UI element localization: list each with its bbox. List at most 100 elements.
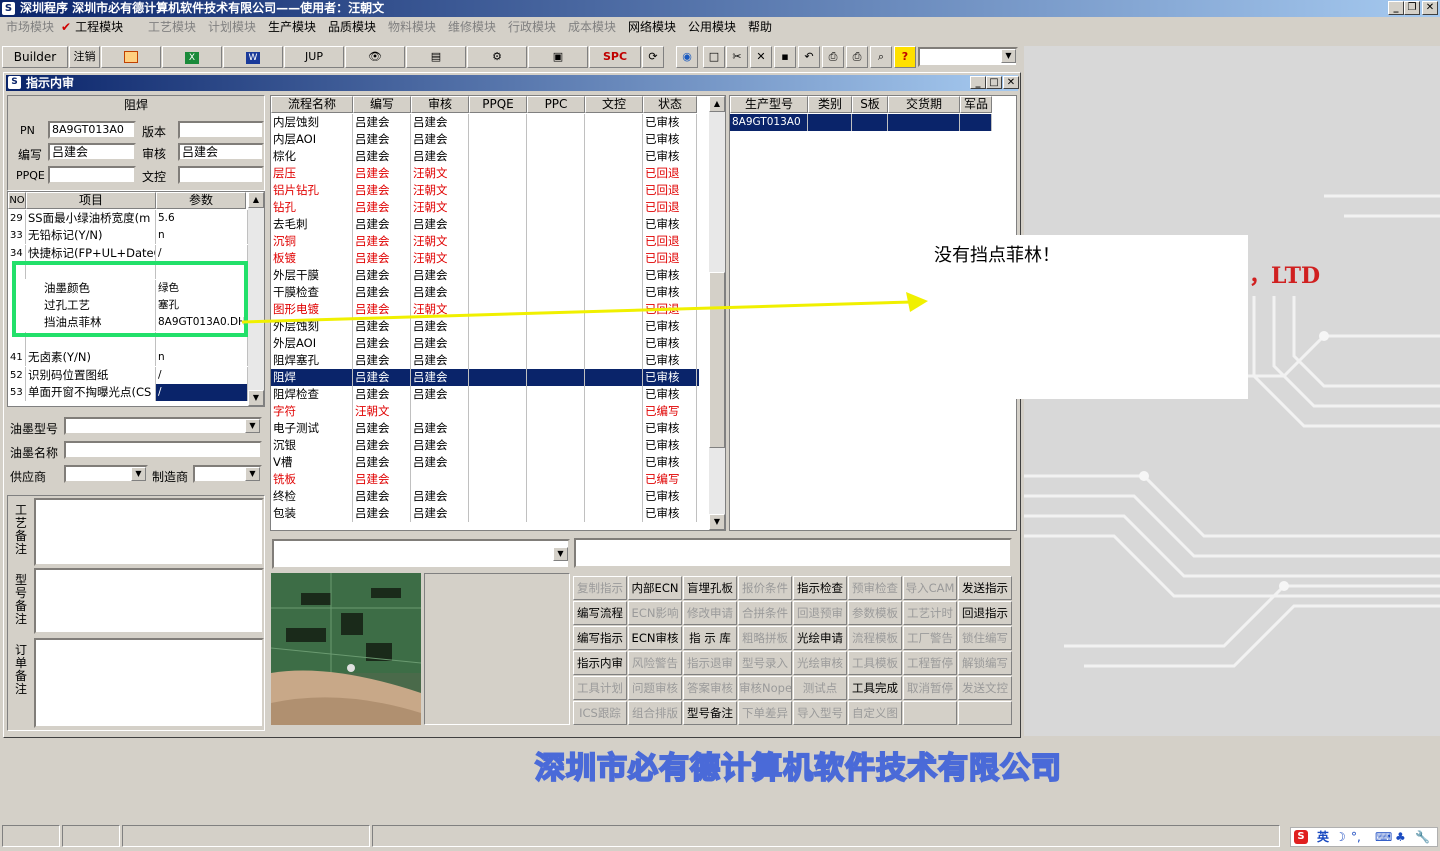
production-header-3[interactable]: 交货期	[888, 96, 960, 113]
menu-item[interactable]: 市场模块	[6, 17, 54, 37]
flow-row[interactable]: 终检 吕建会 吕建会 已审核	[271, 488, 699, 505]
flow-header-1[interactable]: 编写	[353, 96, 411, 113]
flow-row[interactable]: 钻孔 吕建会 汪朝文 已回退	[271, 199, 699, 216]
flow-header-2[interactable]: 审核	[411, 96, 469, 113]
menu-item[interactable]: 成本模块	[568, 17, 616, 37]
ime-toolbar[interactable]: S 英 ☽ °, ⌨ ♣ 🔧	[1290, 827, 1438, 847]
action-button[interactable]: 内部ECN	[628, 576, 682, 600]
action-button[interactable]: 型号备注	[683, 701, 737, 725]
model-note-field[interactable]	[34, 568, 264, 634]
menu-item[interactable]: 品质模块	[328, 17, 376, 37]
action-button[interactable]: 指示内审	[573, 651, 627, 675]
review-field[interactable]: 吕建会	[178, 143, 264, 161]
action-button[interactable]: 编写流程	[573, 601, 627, 625]
jup-button[interactable]: JUP	[284, 46, 344, 68]
flow-row[interactable]: 阻焊 吕建会 吕建会 已审核	[271, 369, 699, 386]
flow-scroll-down[interactable]: ▼	[709, 514, 725, 530]
param-row[interactable]: 33 无铅标记(Y/N) n	[8, 227, 248, 245]
powerpoint-icon[interactable]	[101, 46, 161, 68]
window-close-button[interactable]: ✕	[1003, 76, 1019, 89]
ppqe-field[interactable]	[48, 166, 136, 184]
flow-note-select[interactable]: ▼	[272, 539, 570, 569]
action-button[interactable]: ECN审核	[628, 626, 682, 650]
production-row[interactable]: 8A9GT013A0	[730, 114, 992, 131]
param-value[interactable]: n	[156, 349, 248, 367]
production-header-4[interactable]: 军品	[960, 96, 992, 113]
menu-item[interactable]: 网络模块	[628, 17, 676, 37]
author-field[interactable]: 吕建会	[48, 143, 136, 161]
window-minimize-button[interactable]: _	[970, 76, 986, 89]
flow-row[interactable]: 阻焊检查 吕建会 吕建会 已审核	[271, 386, 699, 403]
print-icon[interactable]: ⎙	[846, 46, 868, 68]
action-button[interactable]: 工具完成	[848, 676, 902, 700]
flow-row[interactable]: V槽 吕建会 吕建会 已审核	[271, 454, 699, 471]
find-icon[interactable]: ⌕	[870, 46, 892, 68]
eye-icon[interactable]: 👁	[345, 46, 405, 68]
scroll-up-arrow[interactable]: ▲	[248, 192, 264, 208]
flow-header-5[interactable]: 文控	[585, 96, 643, 113]
minimize-button[interactable]: _	[1388, 1, 1404, 15]
param-row[interactable]: 52 识别码位置图纸 /	[8, 366, 248, 384]
spc-button[interactable]: SPC	[589, 46, 641, 68]
sogou-icon[interactable]: S	[1294, 830, 1308, 844]
dc-field[interactable]	[178, 166, 264, 184]
flow-row[interactable]: 阻焊塞孔 吕建会 吕建会 已审核	[271, 352, 699, 369]
version-field[interactable]	[178, 121, 264, 139]
preview-icon[interactable]: ⎙	[822, 46, 844, 68]
window-maximize-button[interactable]: □	[986, 76, 1002, 89]
flow-scroll-up[interactable]: ▲	[709, 96, 725, 112]
close-button[interactable]: ✕	[1422, 1, 1438, 15]
order-note-field[interactable]	[34, 638, 264, 728]
flow-row[interactable]: 层压 吕建会 汪朝文 已回退	[271, 165, 699, 182]
refresh-icon[interactable]: ⟳	[642, 46, 664, 68]
menu-item[interactable]: 公用模块	[688, 17, 736, 37]
param-value[interactable]: /	[156, 384, 248, 401]
production-header-0[interactable]: 生产型号	[730, 96, 808, 113]
craft-note-field[interactable]	[34, 498, 264, 566]
scroll-down-arrow[interactable]: ▼	[248, 390, 264, 406]
param-value[interactable]: n	[156, 227, 248, 245]
flow-header-4[interactable]: PPC	[527, 96, 585, 113]
production-header-1[interactable]: 类别	[808, 96, 852, 113]
help-icon[interactable]: ?	[894, 46, 916, 68]
flow-row[interactable]: 沉银 吕建会 吕建会 已审核	[271, 437, 699, 454]
flow-header-6[interactable]: 状态	[643, 96, 697, 113]
flow-row[interactable]: 电子测试 吕建会 吕建会 已审核	[271, 420, 699, 437]
flow-row[interactable]: 棕化 吕建会 吕建会 已审核	[271, 148, 699, 165]
builder-button[interactable]: Builder	[2, 46, 68, 68]
action-button[interactable]: 编写指示	[573, 626, 627, 650]
action-button[interactable]: 指 示 库	[683, 626, 737, 650]
flow-note-field[interactable]	[574, 538, 1012, 568]
flow-header-3[interactable]: PPQE	[469, 96, 527, 113]
moon-icon[interactable]: ☽	[1335, 828, 1346, 846]
punct-icon[interactable]: °,	[1351, 828, 1361, 846]
word-icon[interactable]: W	[223, 46, 283, 68]
action-button[interactable]: 盲埋孔板	[683, 576, 737, 600]
flow-row[interactable]: 内层蚀刻 吕建会 吕建会 已审核	[271, 114, 699, 131]
menu-item[interactable]: ✔ 工程模块	[61, 17, 123, 37]
ink-type-select[interactable]: ▼	[64, 417, 262, 435]
browser-icon[interactable]: ◉	[676, 46, 698, 68]
ime-lang[interactable]: 英	[1317, 828, 1329, 846]
action-button[interactable]: 指示检查	[793, 576, 847, 600]
restore-button[interactable]: ❐	[1404, 1, 1420, 15]
flow-row[interactable]: 去毛刺 吕建会 吕建会 已审核	[271, 216, 699, 233]
action-button[interactable]: 光绘申请	[793, 626, 847, 650]
menu-item[interactable]: 工艺模块	[148, 17, 196, 37]
flow-row[interactable]: 铝片钻孔 吕建会 汪朝文 已回退	[271, 182, 699, 199]
menu-item[interactable]: 物料模块	[388, 17, 436, 37]
menu-item[interactable]: 生产模块	[268, 17, 316, 37]
param-row[interactable]: 53 单面开窗不掏曝光点(CS /	[8, 384, 248, 401]
delete-icon[interactable]: ✕	[750, 46, 772, 68]
keyboard-icon[interactable]: ⌨	[1375, 828, 1392, 846]
param-row[interactable]: 34 快捷标记(FP+UL+DateCo /	[8, 244, 248, 262]
new-file-icon[interactable]: □	[703, 46, 725, 68]
skin-icon[interactable]: ♣	[1395, 828, 1406, 846]
menu-item[interactable]: 行政模块	[508, 17, 556, 37]
flow-row[interactable]: 板镀 吕建会 汪朝文 已回退	[271, 250, 699, 267]
menu-item[interactable]: 维修模块	[448, 17, 496, 37]
menu-item[interactable]: 计划模块	[208, 17, 256, 37]
param-row[interactable]: 29 SS面最小绿油桥宽度(m 5.6	[8, 210, 248, 227]
logout-button[interactable]: 注销	[69, 46, 100, 68]
flow-row[interactable]: 外层AOI 吕建会 吕建会 已审核	[271, 335, 699, 352]
